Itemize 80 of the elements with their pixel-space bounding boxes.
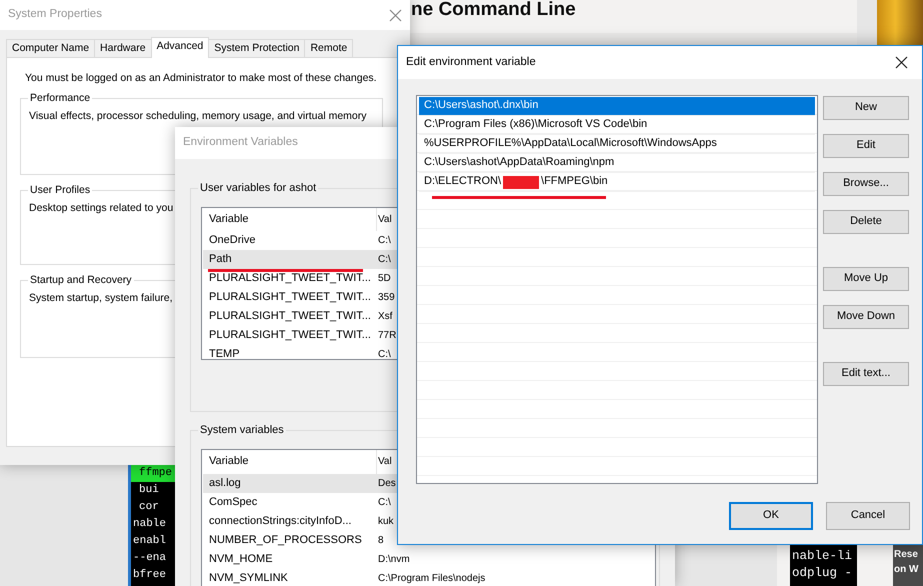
variable-value: Xsf bbox=[377, 310, 392, 322]
path-text: \FFMPEG\bin bbox=[541, 175, 608, 189]
column-header: Variable bbox=[209, 212, 249, 226]
path-text: C:\Program Files (x86)\Microsoft VS Code\bin bbox=[424, 118, 648, 132]
list-item[interactable]: C:\Users\ashot\.dnx\bin bbox=[419, 97, 815, 116]
list-item[interactable]: D:\ELECTRON\ \FFMPEG\bin bbox=[419, 173, 815, 192]
card-caption: on W bbox=[894, 563, 918, 577]
dialog-button[interactable]: New bbox=[823, 96, 909, 120]
group-description: Desktop settings related to you bbox=[29, 202, 174, 214]
variable-value: 8 bbox=[377, 534, 384, 546]
path-text: D:\ELECTRON\ bbox=[424, 175, 502, 189]
column-header: Val bbox=[377, 456, 392, 468]
variable-name: NVM_HOME bbox=[209, 552, 273, 566]
window-title: System Properties bbox=[8, 8, 102, 22]
photo-placeholder bbox=[877, 0, 923, 45]
terminal-line: nable-li bbox=[791, 548, 854, 565]
ok-button[interactable]: OK bbox=[729, 502, 813, 530]
variable-name: TEMP bbox=[209, 348, 240, 359]
variable-name: NUMBER_OF_PROCESSORS bbox=[209, 534, 362, 548]
dialog-button[interactable]: Delete bbox=[823, 210, 909, 234]
dialog-button[interactable]: Move Up bbox=[823, 267, 909, 291]
redaction-mark bbox=[503, 176, 540, 188]
window-title: Edit environment variable bbox=[406, 56, 536, 70]
variable-value: D:\nvm bbox=[377, 554, 410, 566]
variable-value: C:\ bbox=[377, 234, 391, 246]
variable-value: C:\Program Files\nodejs bbox=[377, 572, 486, 584]
variable-value: kuk bbox=[377, 516, 394, 528]
tab[interactable]: Remote bbox=[304, 39, 354, 57]
page-heading: ne Command Line bbox=[411, 0, 576, 19]
variable-value: Des bbox=[377, 478, 396, 490]
variable-value: 5D bbox=[377, 272, 391, 284]
variable-name: Path bbox=[209, 252, 232, 266]
variable-name: OneDrive bbox=[209, 234, 256, 248]
column-header: Val bbox=[377, 214, 392, 226]
terminal-line: nable bbox=[132, 517, 168, 532]
variable-name: NVM_SYMLINK bbox=[209, 572, 288, 586]
path-text: C:\Users\ashot\.dnx\bin bbox=[424, 99, 538, 113]
terminal-line: enabl bbox=[132, 534, 168, 549]
variable-value: 77R bbox=[377, 330, 396, 342]
tab[interactable]: Advanced bbox=[150, 37, 210, 58]
group-description: System startup, system failure, bbox=[29, 292, 173, 304]
variable-name: PLURALSIGHT_TWEET_TWIT... bbox=[209, 290, 371, 304]
card-caption: Rese bbox=[894, 548, 918, 562]
list-item[interactable]: C:\Program Files (x86)\Microsoft VS Code\bin bbox=[419, 116, 815, 135]
terminal-line: --ena bbox=[132, 551, 168, 566]
variable-name: connectionStrings:cityInfoD... bbox=[209, 514, 352, 528]
list-item[interactable]: %USERPROFILE%\AppData\Local\Microsoft\WindowsApps bbox=[419, 135, 815, 154]
group-title: System variables bbox=[198, 424, 286, 438]
variable-name: PLURALSIGHT_TWEET_TWIT... bbox=[209, 328, 371, 342]
group-title: Performance bbox=[28, 92, 92, 104]
variable-name: ComSpec bbox=[209, 496, 258, 510]
variable-value: 359 bbox=[377, 292, 395, 304]
terminal-line: bui bbox=[138, 483, 160, 498]
variable-value: C:\ bbox=[377, 254, 391, 266]
terminal-line: odplug - bbox=[791, 565, 854, 582]
variable-name: PLURALSIGHT_TWEET_TWIT... bbox=[209, 272, 371, 286]
dialog-button[interactable]: Move Down bbox=[823, 305, 909, 329]
column-header: Variable bbox=[209, 455, 249, 469]
dialog-button[interactable]: Edit bbox=[823, 134, 909, 158]
group-title: Startup and Recovery bbox=[28, 274, 134, 286]
group-title: User Profiles bbox=[28, 184, 92, 196]
variable-name: PLURALSIGHT_TWEET_TWIT... bbox=[209, 310, 371, 324]
list-row[interactable]: NVM_HOME D:\nvm bbox=[203, 550, 654, 569]
tab[interactable]: Computer Name bbox=[6, 39, 96, 57]
list-row[interactable]: NVM_SYMLINK C:\Program Files\nodejs bbox=[203, 569, 654, 586]
list-item[interactable]: C:\Users\ashot\AppData\Roaming\npm bbox=[419, 154, 815, 173]
path-text: C:\Users\ashot\AppData\Roaming\npm bbox=[424, 156, 614, 170]
terminal-line: cor bbox=[138, 500, 160, 515]
path-text: %USERPROFILE%\AppData\Local\Microsoft\WindowsApps bbox=[424, 137, 717, 151]
window-title: Environment Variables bbox=[183, 136, 298, 150]
dialog-button[interactable]: Browse... bbox=[823, 172, 909, 196]
notice-text: You must be logged on as an Administrator to make most of these changes. bbox=[24, 72, 377, 85]
variable-name: asl.log bbox=[209, 476, 241, 490]
dialog-button[interactable]: Edit text... bbox=[823, 362, 909, 386]
group-description: Visual effects, processor scheduling, memory usage, and virtual memory bbox=[29, 110, 367, 122]
variable-value: C:\ bbox=[377, 496, 391, 508]
close-icon[interactable] bbox=[895, 56, 908, 69]
variable-value: C:\ bbox=[377, 348, 391, 359]
cancel-button[interactable]: Cancel bbox=[826, 502, 910, 530]
terminal-line: bfree bbox=[132, 568, 168, 583]
